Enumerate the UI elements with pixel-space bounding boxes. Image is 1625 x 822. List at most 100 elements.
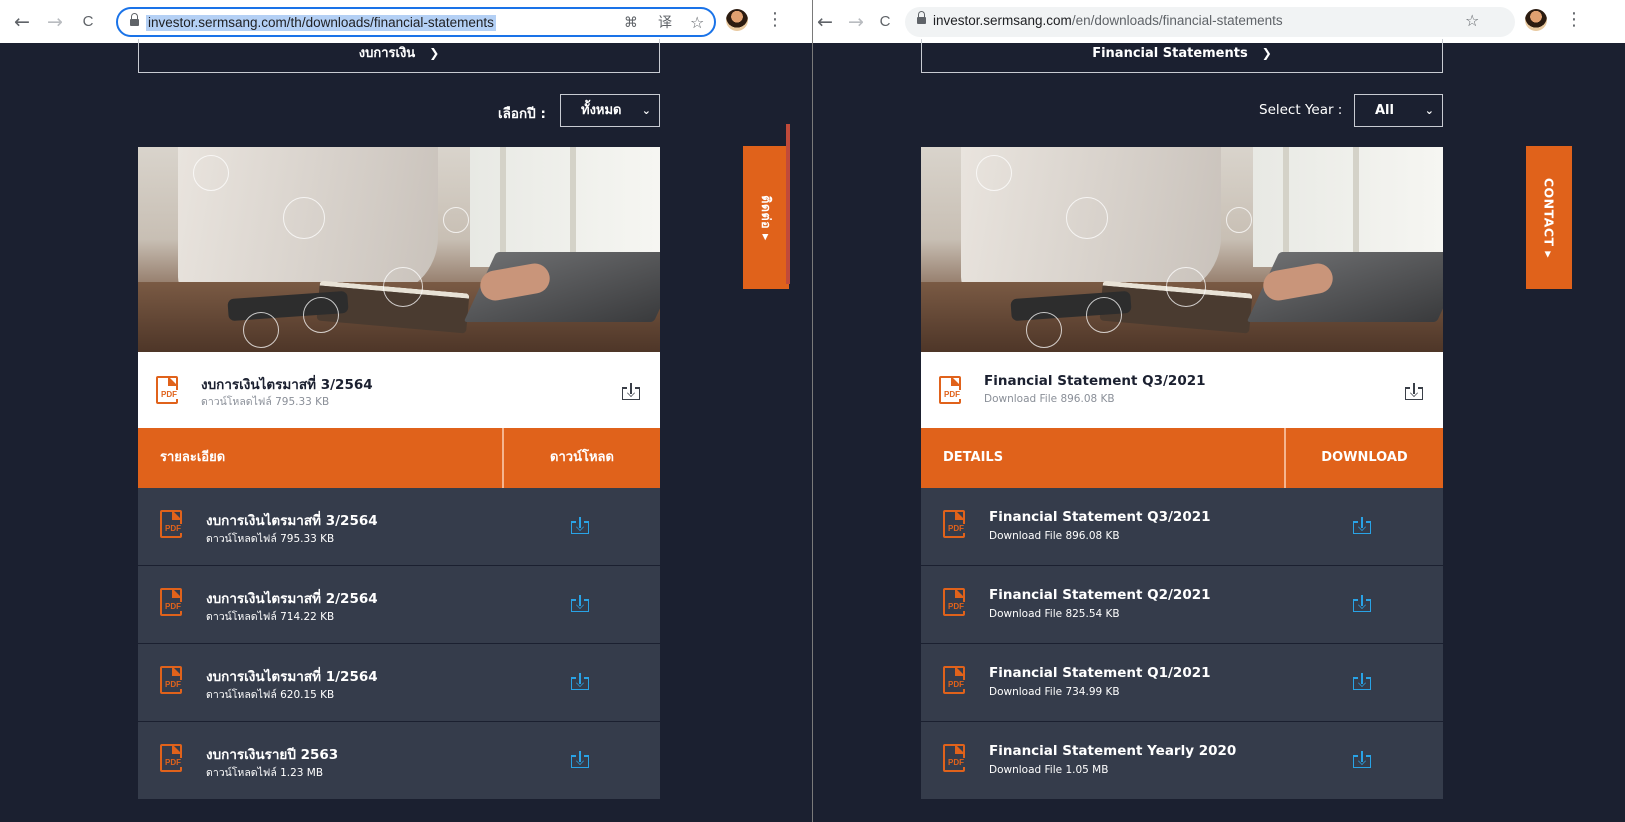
pdf-file-icon: PDF bbox=[943, 744, 969, 776]
pdf-file-icon: PDF bbox=[156, 376, 182, 408]
pdf-file-icon: PDF bbox=[943, 666, 969, 698]
download-icon[interactable] bbox=[622, 382, 640, 400]
list-item[interactable]: PDF Financial Statement Q1/2021 Download… bbox=[921, 644, 1443, 721]
year-select-value: All bbox=[1375, 103, 1394, 118]
pdf-file-icon: PDF bbox=[939, 376, 965, 408]
list-item-title: Financial Statement Yearly 2020 bbox=[989, 743, 1237, 759]
list-item[interactable]: PDF งบการเงินไตรมาสที่ 3/2564 ดาวน์โหลดไ… bbox=[138, 488, 660, 565]
pdf-file-icon: PDF bbox=[943, 510, 969, 542]
browser-window-th: ← → C investor.sermsang.com/th/downloads… bbox=[0, 0, 812, 822]
browser-window-en: ← → C investor.sermsang.com/en/downloads… bbox=[813, 0, 1625, 822]
list-item-file-size: ดาวน์โหลดไฟล์ 714.22 KB bbox=[206, 611, 335, 623]
section-dropdown-label: งบการเงิน bbox=[358, 46, 416, 61]
section-dropdown[interactable]: Financial Statements ❯ bbox=[921, 39, 1443, 73]
contact-tab[interactable]: ติดต่อ ▸ bbox=[743, 146, 789, 289]
pdf-file-icon: PDF bbox=[160, 666, 186, 698]
list-item-file-size: ดาวน์โหลดไฟล์ 620.15 KB bbox=[206, 689, 335, 701]
chevron-down-icon: ⌄ bbox=[1424, 104, 1434, 117]
list-item-title: งบการเงินไตรมาสที่ 2/2564 bbox=[206, 591, 378, 607]
list-item-title: งบการเงินไตรมาสที่ 3/2564 bbox=[206, 513, 378, 529]
download-icon[interactable] bbox=[571, 672, 589, 690]
contact-tab[interactable]: CONTACT ▸ bbox=[1526, 146, 1572, 289]
list-item[interactable]: PDF Financial Statement Q3/2021 Download… bbox=[921, 488, 1443, 565]
browser-menu-icon[interactable]: ⋮ bbox=[1565, 9, 1583, 31]
download-icon[interactable] bbox=[571, 516, 589, 534]
featured-file-size: Download File 896.08 KB bbox=[984, 393, 1115, 405]
details-button[interactable]: DETAILS bbox=[921, 428, 1003, 488]
list-item-title: งบการเงินไตรมาสที่ 1/2564 bbox=[206, 669, 378, 685]
list-item[interactable]: PDF งบการเงินไตรมาสที่ 1/2564 ดาวน์โหลดไ… bbox=[138, 644, 660, 721]
download-icon[interactable] bbox=[1353, 594, 1371, 612]
download-icon[interactable] bbox=[571, 750, 589, 768]
hero-image bbox=[921, 147, 1443, 352]
lock-icon bbox=[130, 13, 139, 27]
address-bar[interactable]: investor.sermsang.com/th/downloads/finan… bbox=[116, 7, 716, 37]
action-bar: DETAILS DOWNLOAD bbox=[921, 428, 1443, 488]
year-label: เลือกปี : bbox=[498, 106, 546, 122]
action-bar: รายละเอียด ดาวน์โหลด bbox=[138, 428, 660, 488]
profile-avatar[interactable] bbox=[726, 9, 748, 31]
list-item-file-size: ดาวน์โหลดไฟล์ 1.23 MB bbox=[206, 767, 324, 779]
list-item[interactable]: PDF Financial Statement Yearly 2020 Down… bbox=[921, 722, 1443, 799]
featured-title: งบการเงินไตรมาสที่ 3/2564 bbox=[201, 377, 373, 393]
pdf-file-icon: PDF bbox=[160, 744, 186, 776]
details-button[interactable]: รายละเอียด bbox=[138, 428, 225, 488]
star-icon[interactable]: ☆ bbox=[1465, 13, 1479, 29]
hero-image bbox=[138, 147, 660, 352]
browser-toolbar: ← → C investor.sermsang.com/en/downloads… bbox=[813, 0, 1625, 43]
scroll-marker bbox=[786, 124, 790, 284]
url-text[interactable]: investor.sermsang.com/th/downloads/finan… bbox=[146, 15, 496, 31]
browser-menu-icon[interactable]: ⋮ bbox=[766, 9, 784, 31]
download-icon[interactable] bbox=[1353, 672, 1371, 690]
list-item-file-size: Download File 734.99 KB bbox=[989, 686, 1120, 698]
reload-button[interactable]: C bbox=[873, 10, 897, 34]
download-icon[interactable] bbox=[571, 594, 589, 612]
download-button[interactable]: DOWNLOAD bbox=[1286, 428, 1443, 488]
reload-button[interactable]: C bbox=[76, 10, 100, 34]
list-item-file-size: Download File 1.05 MB bbox=[989, 764, 1109, 776]
list-item-title: งบการเงินรายปี 2563 bbox=[206, 747, 339, 763]
chevron-down-icon: ❯ bbox=[1261, 46, 1272, 60]
translate-icon[interactable]: 译 bbox=[658, 15, 672, 31]
list-item[interactable]: PDF งบการเงินรายปี 2563 ดาวน์โหลดไฟล์ 1.… bbox=[138, 722, 660, 799]
year-select-value: ทั้งหมด bbox=[581, 103, 622, 118]
download-icon[interactable] bbox=[1353, 750, 1371, 768]
address-bar[interactable]: investor.sermsang.com/en/downloads/finan… bbox=[905, 7, 1515, 37]
featured-title: Financial Statement Q3/2021 bbox=[984, 373, 1206, 389]
year-select[interactable]: All ⌄ bbox=[1354, 94, 1443, 127]
download-icon[interactable] bbox=[1405, 382, 1423, 400]
list-item-title: Financial Statement Q3/2021 bbox=[989, 509, 1211, 525]
download-button[interactable]: ดาวน์โหลด bbox=[504, 428, 660, 488]
forward-button[interactable]: → bbox=[844, 10, 868, 34]
forward-button[interactable]: → bbox=[43, 10, 67, 34]
pdf-file-icon: PDF bbox=[943, 588, 969, 620]
download-icon[interactable] bbox=[1353, 516, 1371, 534]
section-dropdown-label: Financial Statements bbox=[1092, 46, 1248, 61]
lock-icon bbox=[917, 11, 926, 25]
back-button[interactable]: ← bbox=[813, 10, 837, 34]
year-select[interactable]: ทั้งหมด ⌄ bbox=[560, 94, 660, 127]
page-content: Financial Statements ❯ Select Year : All … bbox=[813, 39, 1625, 822]
chevron-down-icon: ⌄ bbox=[641, 104, 651, 117]
section-dropdown[interactable]: งบการเงิน ❯ bbox=[138, 39, 660, 73]
list-item-file-size: Download File 825.54 KB bbox=[989, 608, 1120, 620]
list-item-title: Financial Statement Q1/2021 bbox=[989, 665, 1211, 681]
featured-document[interactable]: PDF Financial Statement Q3/2021 Download… bbox=[921, 352, 1443, 428]
chevron-down-icon: ❯ bbox=[429, 46, 440, 60]
page-content: งบการเงิน ❯ เลือกปี : ทั้งหมด ⌄ PDF งบการ… bbox=[0, 39, 812, 822]
featured-file-size: ดาวน์โหลดไฟล์ 795.33 KB bbox=[201, 396, 330, 408]
list-item[interactable]: PDF Financial Statement Q2/2021 Download… bbox=[921, 566, 1443, 643]
list-item-title: Financial Statement Q2/2021 bbox=[989, 587, 1211, 603]
featured-document[interactable]: PDF งบการเงินไตรมาสที่ 3/2564 ดาวน์โหลดไ… bbox=[138, 352, 660, 428]
url-text[interactable]: investor.sermsang.com/en/downloads/finan… bbox=[933, 13, 1283, 29]
pdf-file-icon: PDF bbox=[160, 510, 186, 542]
profile-avatar[interactable] bbox=[1525, 9, 1547, 31]
browser-toolbar: ← → C investor.sermsang.com/th/downloads… bbox=[0, 0, 812, 43]
year-label: Select Year : bbox=[1259, 102, 1343, 118]
contact-tab-label: CONTACT ▸ bbox=[1541, 177, 1557, 258]
back-button[interactable]: ← bbox=[10, 10, 34, 34]
apps-icon[interactable]: ⌘ bbox=[624, 15, 638, 31]
pdf-file-icon: PDF bbox=[160, 588, 186, 620]
list-item[interactable]: PDF งบการเงินไตรมาสที่ 2/2564 ดาวน์โหลดไ… bbox=[138, 566, 660, 643]
star-icon[interactable]: ☆ bbox=[690, 15, 704, 31]
